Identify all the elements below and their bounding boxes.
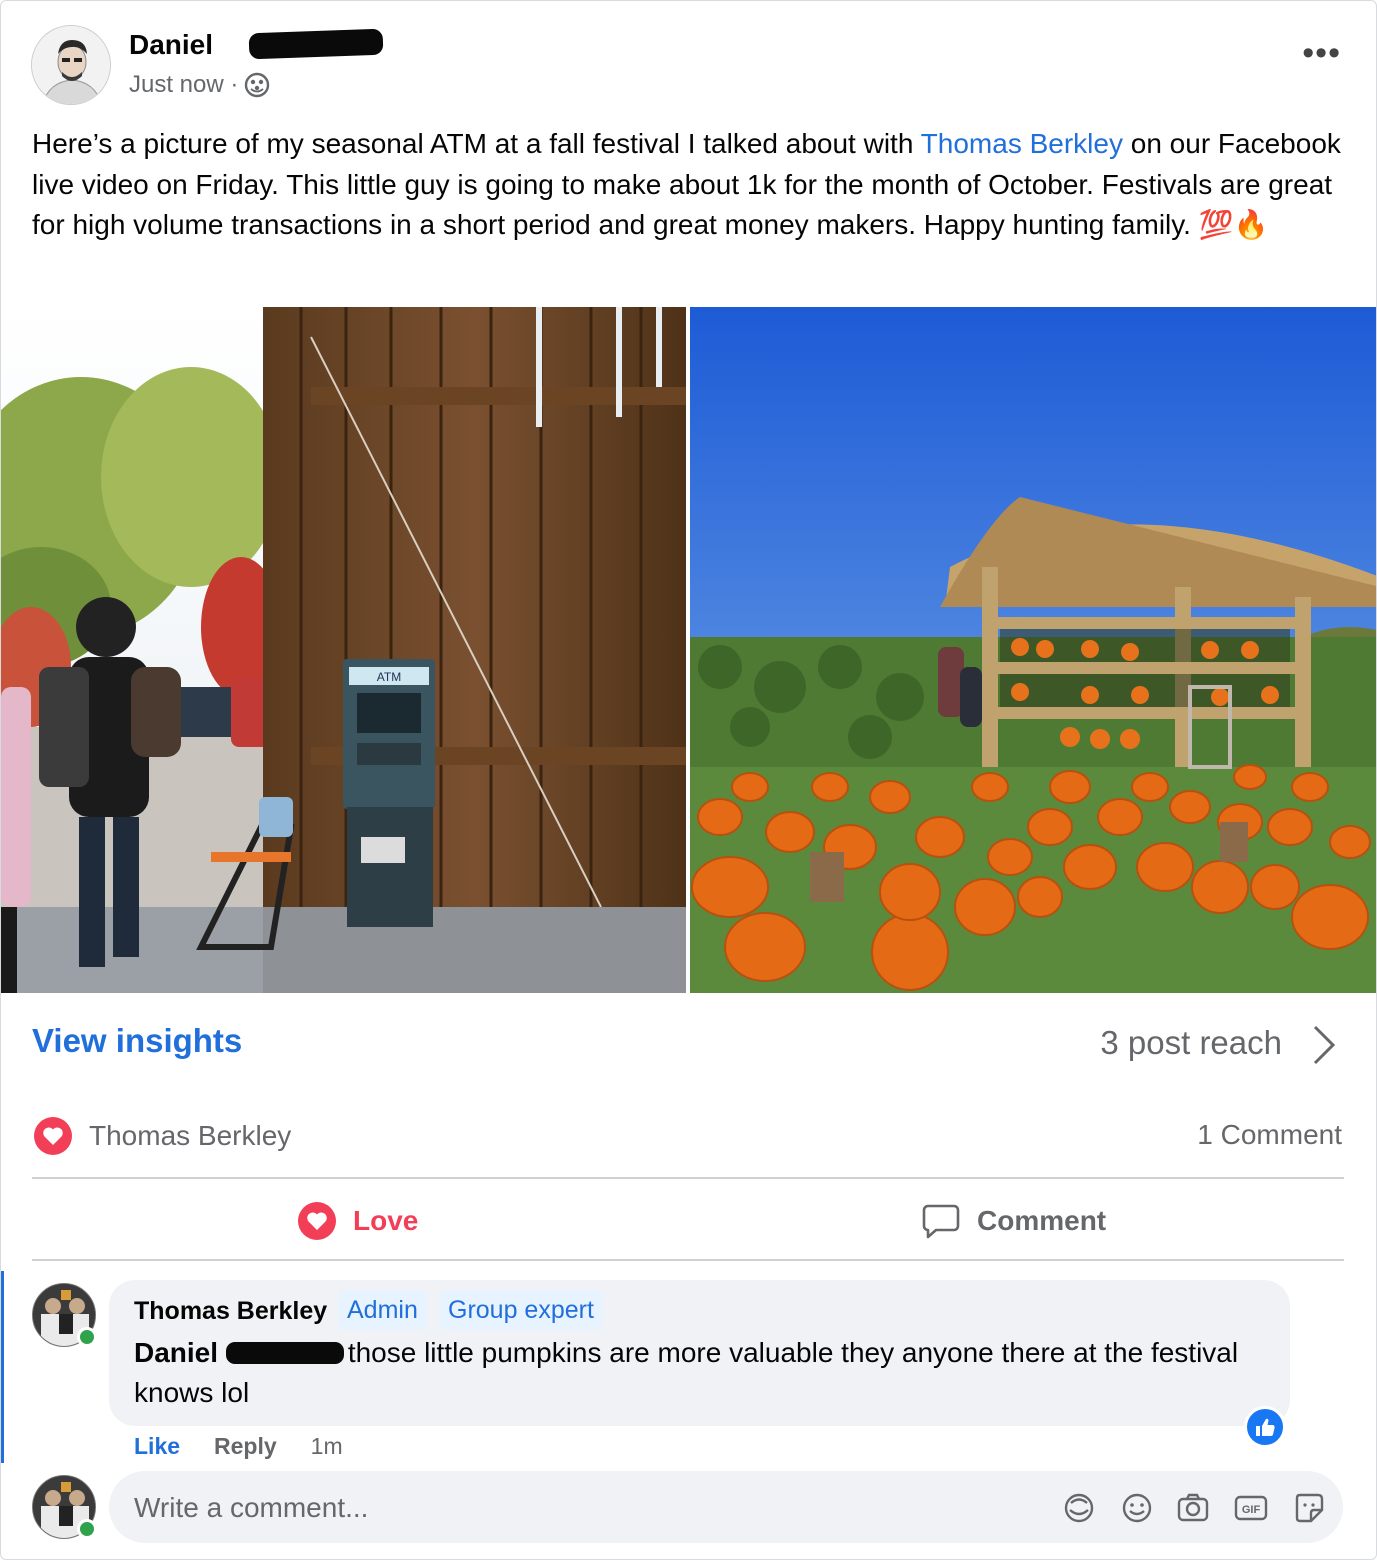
redaction-mark bbox=[225, 1342, 344, 1364]
comment-highlight-bar bbox=[1, 1271, 4, 1463]
online-status-dot bbox=[77, 1327, 97, 1347]
divider bbox=[32, 1259, 1344, 1261]
view-insights-link[interactable]: View insights bbox=[32, 1022, 242, 1060]
photo-atm-barn[interactable]: ATM bbox=[1, 307, 686, 993]
atm-sign: ATM bbox=[377, 670, 401, 684]
comment-input-placeholder: Write a comment... bbox=[134, 1492, 369, 1523]
comment-button[interactable]: Comment bbox=[922, 1196, 1106, 1246]
comment-author[interactable]: Thomas Berkley bbox=[134, 1297, 327, 1326]
comment-icon bbox=[922, 1204, 960, 1239]
comment-reply-button[interactable]: Reply bbox=[214, 1433, 277, 1460]
photo-pumpkin-patch[interactable] bbox=[690, 307, 1376, 993]
comment-text: Daniel those little pumpkins are more va… bbox=[134, 1333, 1264, 1413]
gif-icon[interactable]: GIF bbox=[1233, 1490, 1269, 1526]
comment-label: Comment bbox=[977, 1205, 1107, 1236]
post-meta: Just now · bbox=[129, 71, 270, 99]
love-label: Love bbox=[353, 1205, 419, 1236]
post-reach[interactable]: 3 post reach bbox=[1100, 1024, 1282, 1062]
comment-like-button[interactable]: Like bbox=[134, 1433, 180, 1460]
like-reaction-icon[interactable] bbox=[1244, 1406, 1286, 1448]
redaction-mark bbox=[248, 28, 384, 60]
sticker-icon[interactable] bbox=[1291, 1490, 1327, 1526]
comment-actions: Like Reply 1m bbox=[134, 1433, 343, 1460]
post-card: Daniel Just now · ••• Here’s a picture o… bbox=[0, 0, 1377, 1560]
chevron-right-icon[interactable] bbox=[1309, 1023, 1339, 1067]
post-text-part1: Here’s a picture of my seasonal ATM at a… bbox=[32, 128, 921, 159]
post-header: Daniel Just now · ••• bbox=[31, 23, 1341, 109]
comment-time[interactable]: 1m bbox=[311, 1433, 343, 1460]
comment-count[interactable]: 1 Comment bbox=[1197, 1119, 1342, 1151]
comment-bubble: Thomas Berkley Admin Group expert Daniel… bbox=[109, 1280, 1290, 1426]
group-privacy-icon bbox=[245, 72, 270, 98]
more-options-icon[interactable]: ••• bbox=[1302, 36, 1341, 70]
mention-link[interactable]: Thomas Berkley bbox=[921, 128, 1123, 159]
author-avatar[interactable] bbox=[31, 25, 111, 105]
comment-input[interactable]: Write a comment... GIF bbox=[109, 1471, 1343, 1543]
author-name[interactable]: Daniel bbox=[129, 29, 213, 61]
love-button[interactable]: Love bbox=[298, 1196, 418, 1246]
online-status-dot bbox=[77, 1519, 97, 1539]
post-timestamp[interactable]: Just now · bbox=[129, 71, 238, 99]
post-text: Here’s a picture of my seasonal ATM at a… bbox=[32, 124, 1352, 246]
emoji-icon[interactable] bbox=[1119, 1490, 1155, 1526]
avatar-sticker-icon[interactable] bbox=[1061, 1490, 1097, 1526]
reaction-summary[interactable]: Thomas Berkley bbox=[34, 1117, 291, 1155]
comment-mention[interactable]: Daniel bbox=[134, 1337, 218, 1368]
group-expert-badge[interactable]: Group expert bbox=[439, 1290, 603, 1330]
love-icon bbox=[298, 1202, 336, 1240]
admin-badge[interactable]: Admin bbox=[338, 1290, 427, 1330]
love-reaction-icon bbox=[34, 1117, 72, 1155]
svg-text:GIF: GIF bbox=[1242, 1504, 1261, 1516]
camera-icon[interactable] bbox=[1175, 1490, 1211, 1526]
reactor-names: Thomas Berkley bbox=[89, 1120, 292, 1151]
divider bbox=[32, 1177, 1344, 1179]
